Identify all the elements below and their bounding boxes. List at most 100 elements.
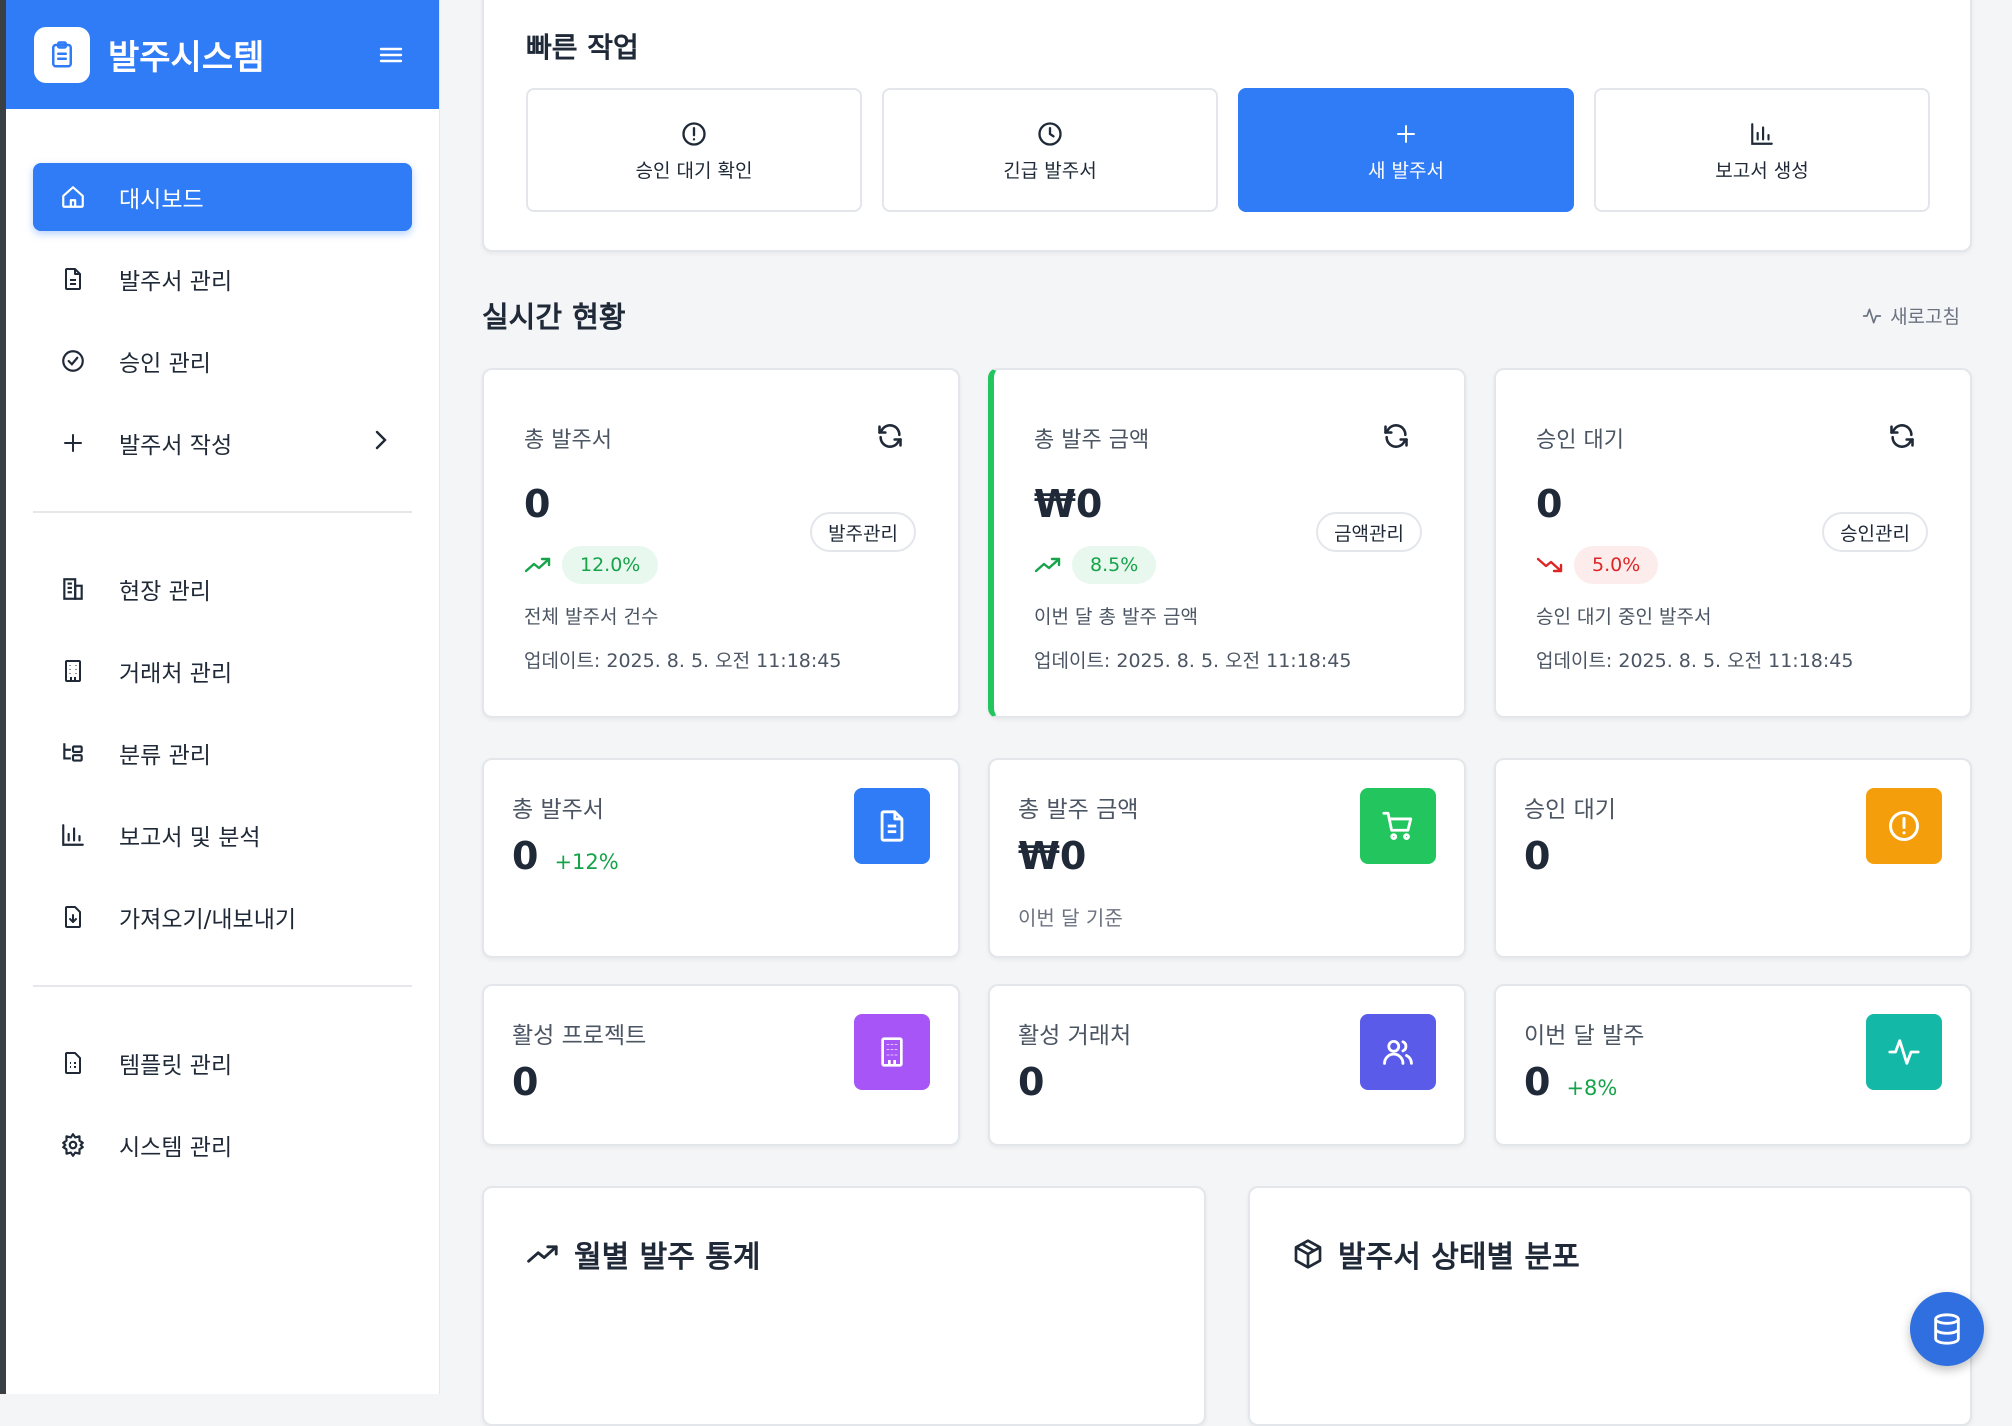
- sidebar-item-sites[interactable]: 현장 관리: [33, 555, 412, 623]
- sidebar-item-dashboard[interactable]: 대시보드: [33, 163, 412, 231]
- sidebar-item-label: 발주서 관리: [119, 269, 233, 295]
- amount-manage-pill[interactable]: 금액관리: [1316, 512, 1422, 552]
- building-icon: [57, 573, 89, 605]
- stat-title: 승인 대기: [1536, 428, 1624, 453]
- generate-report-button[interactable]: 보고서 생성: [1594, 88, 1930, 212]
- kpi-title: 이번 달 발주: [1524, 1023, 1645, 1049]
- kpi-card-pending-approval: 승인 대기 0: [1494, 758, 1972, 958]
- office-icon: [57, 655, 89, 687]
- chevron-right-icon[interactable]: [374, 429, 388, 457]
- approval-manage-pill[interactable]: 승인관리: [1822, 512, 1928, 552]
- sidebar-item-approvals[interactable]: 승인 관리: [33, 327, 412, 395]
- refresh-icon[interactable]: [1382, 422, 1410, 454]
- sidebar-item-label: 대시보드: [119, 187, 204, 213]
- kpi-title: 활성 프로젝트: [512, 1023, 647, 1049]
- building-icon: [854, 1014, 930, 1090]
- database-fab-button[interactable]: [1910, 1292, 1984, 1366]
- clipboard-logo-icon: [34, 26, 90, 83]
- sidebar-item-label: 보고서 및 분석: [119, 825, 261, 851]
- kpi-value-row: ₩0: [1018, 834, 1086, 878]
- gear-icon: [57, 1129, 89, 1161]
- orders-manage-pill[interactable]: 발주관리: [810, 512, 916, 552]
- sidebar-item-import-export[interactable]: 가져오기/내보내기: [33, 883, 412, 951]
- kpi-value-row: 0 +8%: [1524, 1060, 1617, 1104]
- kpi-title: 총 발주서: [512, 797, 604, 823]
- quick-actions-title: 빠른 작업: [526, 31, 639, 64]
- brand-header: 발주시스템: [6, 0, 439, 109]
- app-title: 발주시스템: [108, 38, 265, 78]
- panel-title-text: 월별 발주 통계: [574, 1240, 761, 1275]
- button-label: 새 발주서: [1368, 159, 1444, 182]
- sidebar-item-label: 발주서 작성: [119, 433, 233, 459]
- urgent-order-button[interactable]: 긴급 발주서: [882, 88, 1218, 212]
- sidebar-item-templates[interactable]: 템플릿 관리: [33, 1029, 412, 1097]
- refresh-icon[interactable]: [876, 422, 904, 454]
- kpi-value: 0: [512, 834, 539, 878]
- menu-toggle-icon[interactable]: [371, 35, 411, 75]
- quick-actions-card: 빠른 작업 승인 대기 확인 긴급 발주서 새 발주서 보고서 생성: [482, 0, 1972, 252]
- kpi-card-active-projects: 활성 프로젝트 0: [482, 984, 960, 1146]
- kpi-subtext: 이번 달 기준: [1018, 906, 1123, 930]
- activity-icon: [1866, 1014, 1942, 1090]
- panel-title-text: 발주서 상태별 분포: [1338, 1240, 1580, 1275]
- alert-circle-icon: [1866, 788, 1942, 864]
- stat-value: ₩0: [1034, 482, 1103, 526]
- cart-icon: [1360, 788, 1436, 864]
- sidebar-item-label: 템플릿 관리: [119, 1053, 233, 1079]
- nav-divider: [33, 511, 412, 513]
- refresh-icon[interactable]: [1888, 422, 1916, 454]
- kpi-value-row: 0: [1524, 834, 1550, 878]
- sidebar-item-orders[interactable]: 발주서 관리: [33, 245, 412, 313]
- sidebar-item-create-order[interactable]: 발주서 작성: [33, 409, 412, 477]
- sidebar-item-label: 분류 관리: [119, 743, 211, 769]
- activity-icon: [1862, 308, 1882, 323]
- new-order-button[interactable]: 새 발주서: [1238, 88, 1574, 212]
- kpi-value-row: 0: [512, 1060, 538, 1104]
- panel-title: 발주서 상태별 분포: [1292, 1232, 1580, 1276]
- home-icon: [57, 181, 89, 213]
- sidebar-item-label: 거래처 관리: [119, 661, 233, 687]
- kpi-title: 승인 대기: [1524, 797, 1616, 823]
- sidebar-item-system[interactable]: 시스템 관리: [33, 1111, 412, 1179]
- sidebar-item-label: 가져오기/내보내기: [119, 907, 297, 933]
- users-icon: [1360, 1014, 1436, 1090]
- stat-trend: 8.5%: [1034, 546, 1157, 584]
- import-export-icon: [57, 901, 89, 933]
- monthly-stats-panel: 월별 발주 통계: [482, 1186, 1206, 1426]
- plus-icon: [1394, 118, 1418, 150]
- button-label: 승인 대기 확인: [635, 159, 753, 182]
- kpi-value-row: 0 +12%: [512, 834, 619, 878]
- pending-approval-button[interactable]: 승인 대기 확인: [526, 88, 862, 212]
- sidebar-item-label: 시스템 관리: [119, 1135, 233, 1161]
- stat-trend: 12.0%: [524, 546, 659, 584]
- trend-badge: 12.0%: [562, 546, 659, 584]
- stat-updated: 업데이트: 2025. 8. 5. 오전 11:18:45: [524, 650, 842, 672]
- trending-up-icon: [527, 1245, 558, 1263]
- stat-description: 이번 달 총 발주 금액: [1034, 606, 1198, 628]
- kpi-value: 0: [512, 1060, 539, 1104]
- trending-up-icon: [1034, 557, 1061, 573]
- realtime-section-title: 실시간 현황: [482, 300, 626, 334]
- stat-updated: 업데이트: 2025. 8. 5. 오전 11:18:45: [1034, 650, 1352, 672]
- panel-title: 월별 발주 통계: [526, 1232, 761, 1276]
- stat-card-total-orders: 총 발주서 0 발주관리 12.0% 전체 발주서 건수 업데이트: 2025.…: [482, 368, 960, 718]
- trend-badge: 5.0%: [1574, 546, 1659, 584]
- plus-icon: [57, 427, 89, 459]
- kpi-card-active-vendors: 활성 거래처 0: [988, 984, 1466, 1146]
- kpi-value: 0: [1524, 834, 1551, 878]
- clock-icon: [1036, 118, 1064, 150]
- refresh-button[interactable]: 새로고침: [1862, 302, 1960, 329]
- trending-up-icon: [524, 557, 551, 573]
- button-label: 보고서 생성: [1715, 159, 1809, 182]
- sidebar-item-vendors[interactable]: 거래처 관리: [33, 637, 412, 705]
- alert-circle-icon: [680, 118, 708, 150]
- sidebar-item-reports[interactable]: 보고서 및 분석: [33, 801, 412, 869]
- sidebar-item-categories[interactable]: 분류 관리: [33, 719, 412, 787]
- stat-title: 총 발주 금액: [1034, 428, 1150, 453]
- status-distribution-panel: 발주서 상태별 분포: [1248, 1186, 1972, 1426]
- kpi-value: 0: [1524, 1060, 1551, 1104]
- button-label: 긴급 발주서: [1003, 159, 1097, 182]
- stat-updated: 업데이트: 2025. 8. 5. 오전 11:18:45: [1536, 650, 1854, 672]
- stat-card-pending-approval: 승인 대기 0 승인관리 5.0% 승인 대기 중인 발주서 업데이트: 202…: [1494, 368, 1972, 718]
- kpi-card-total-orders: 총 발주서 0 +12%: [482, 758, 960, 958]
